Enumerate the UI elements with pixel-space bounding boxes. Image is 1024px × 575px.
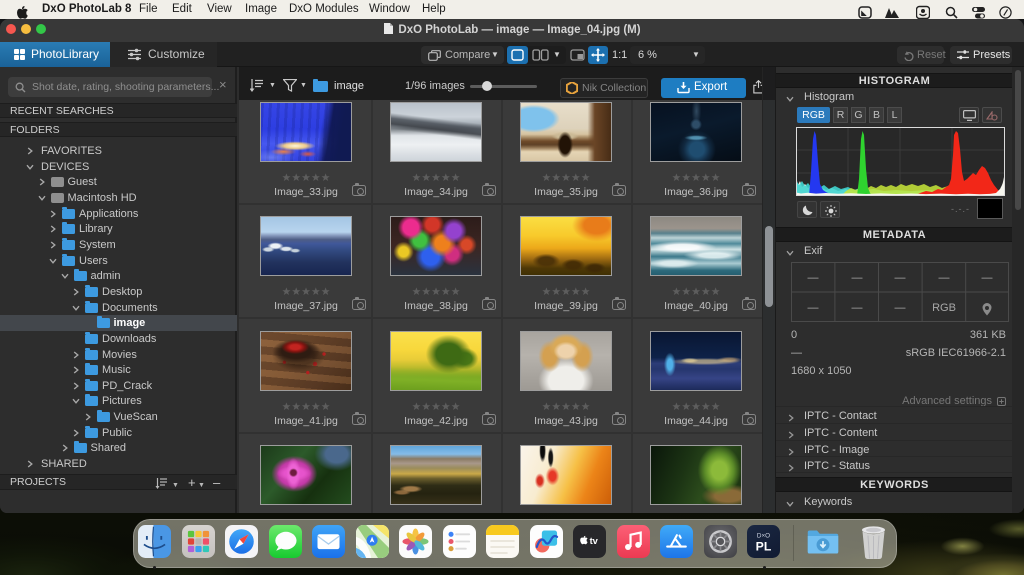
svg-text:—: — [808,272,819,284]
svg-text:tv: tv [590,536,599,546]
svg-text:—: — [852,272,863,284]
svg-text:—: — [895,272,906,284]
svg-text:PL: PL [756,539,772,553]
svg-text:—: — [939,272,950,284]
svg-text:RGB: RGB [932,302,956,314]
svg-text:—: — [808,302,819,314]
svg-text:—: — [895,302,906,314]
svg-text:—: — [982,272,993,284]
svg-text:—: — [852,302,863,314]
